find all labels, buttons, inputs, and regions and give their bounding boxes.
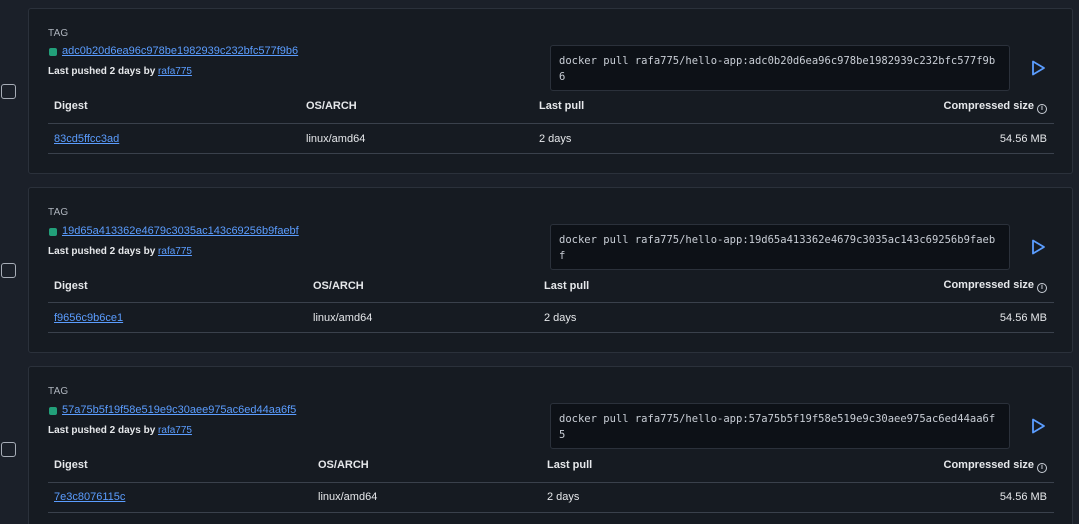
last-pull-value: 2 days [547, 491, 580, 503]
tag-label: TAG [48, 207, 69, 218]
last-pushed-text: Last pushed 2 days by [48, 425, 156, 436]
play-icon[interactable] [1029, 238, 1047, 256]
tag-label: TAG [48, 28, 69, 39]
divider [48, 153, 1054, 154]
divider [48, 332, 1054, 333]
compressed-size-label: Compressed size [943, 459, 1034, 471]
last-pushed-info: Last pushed 2 days by rafa775 [48, 425, 192, 436]
tag-card: TAG 57a75b5f19f58e519e9c30aee975ac6ed44a… [28, 366, 1073, 524]
info-icon[interactable]: i [1037, 283, 1047, 293]
os-arch-header: OS/ARCH [313, 280, 364, 292]
compressed-size-header: Compressed size i [879, 459, 1047, 473]
select-checkbox[interactable] [1, 84, 16, 99]
last-pull-header: Last pull [539, 100, 585, 112]
select-checkbox[interactable] [1, 263, 16, 278]
pushed-by-link[interactable]: rafa775 [158, 246, 192, 257]
digest-header: Digest [54, 459, 88, 471]
tags-list: TAG adc0b20d6ea96c978be1982939c232bfc577… [0, 0, 1079, 524]
last-pull-value: 2 days [544, 312, 577, 324]
last-pushed-info: Last pushed 2 days by rafa775 [48, 246, 192, 257]
compressed-size-value: 54.56 MB [999, 312, 1047, 324]
divider [48, 123, 1054, 124]
compressed-size-value: 54.56 MB [999, 133, 1047, 145]
tag-name-link[interactable]: 19d65a413362e4679c3035ac143c69256b9faebf [62, 225, 299, 237]
tag-row: TAG 57a75b5f19f58e519e9c30aee975ac6ed44a… [0, 366, 1079, 524]
tag-card: TAG 19d65a413362e4679c3035ac143c69256b9f… [28, 187, 1073, 353]
digest-link[interactable]: 83cd5ffcc3ad [54, 133, 119, 145]
tag-row: TAG 19d65a413362e4679c3035ac143c69256b9f… [0, 187, 1079, 353]
pushed-by-link[interactable]: rafa775 [158, 66, 192, 77]
select-checkbox[interactable] [1, 442, 16, 457]
play-icon[interactable] [1029, 417, 1047, 435]
digest-link[interactable]: f9656c9b6ce1 [54, 312, 123, 324]
last-pull-header: Last pull [544, 280, 590, 292]
status-dot [49, 48, 57, 56]
pull-command[interactable]: docker pull rafa775/hello-app:57a75b5f19… [550, 403, 1010, 449]
status-dot [49, 228, 57, 236]
last-pull-header: Last pull [547, 459, 593, 471]
pull-command[interactable]: docker pull rafa775/hello-app:19d65a4133… [550, 224, 1010, 270]
compressed-size-label: Compressed size [943, 279, 1034, 291]
compressed-size-header: Compressed size i [879, 100, 1047, 114]
compressed-size-header: Compressed size i [879, 279, 1047, 293]
compressed-size-label: Compressed size [943, 100, 1034, 112]
last-pushed-info: Last pushed 2 days by rafa775 [48, 66, 192, 77]
info-icon[interactable]: i [1037, 463, 1047, 473]
pushed-by-link[interactable]: rafa775 [158, 425, 192, 436]
os-arch-header: OS/ARCH [318, 459, 369, 471]
tag-name-link[interactable]: adc0b20d6ea96c978be1982939c232bfc577f9b6 [62, 45, 298, 57]
digest-link[interactable]: 7e3c8076115c [54, 491, 125, 503]
info-icon[interactable]: i [1037, 104, 1047, 114]
pull-command[interactable]: docker pull rafa775/hello-app:adc0b20d6e… [550, 45, 1010, 91]
divider [48, 482, 1054, 483]
last-pushed-text: Last pushed 2 days by [48, 246, 156, 257]
status-dot [49, 407, 57, 415]
tag-row: TAG adc0b20d6ea96c978be1982939c232bfc577… [0, 8, 1079, 174]
tag-card: TAG adc0b20d6ea96c978be1982939c232bfc577… [28, 8, 1073, 174]
divider [48, 302, 1054, 303]
tag-label: TAG [48, 386, 69, 397]
digest-header: Digest [54, 100, 88, 112]
digest-header: Digest [54, 280, 88, 292]
os-arch-header: OS/ARCH [306, 100, 357, 112]
play-icon[interactable] [1029, 59, 1047, 77]
last-pushed-text: Last pushed 2 days by [48, 66, 156, 77]
last-pull-value: 2 days [539, 133, 572, 145]
divider [48, 512, 1054, 513]
os-arch-value: linux/amd64 [318, 491, 378, 503]
os-arch-value: linux/amd64 [313, 312, 373, 324]
tag-name-link[interactable]: 57a75b5f19f58e519e9c30aee975ac6ed44aa6f5 [62, 404, 296, 416]
os-arch-value: linux/amd64 [306, 133, 366, 145]
compressed-size-value: 54.56 MB [999, 491, 1047, 503]
